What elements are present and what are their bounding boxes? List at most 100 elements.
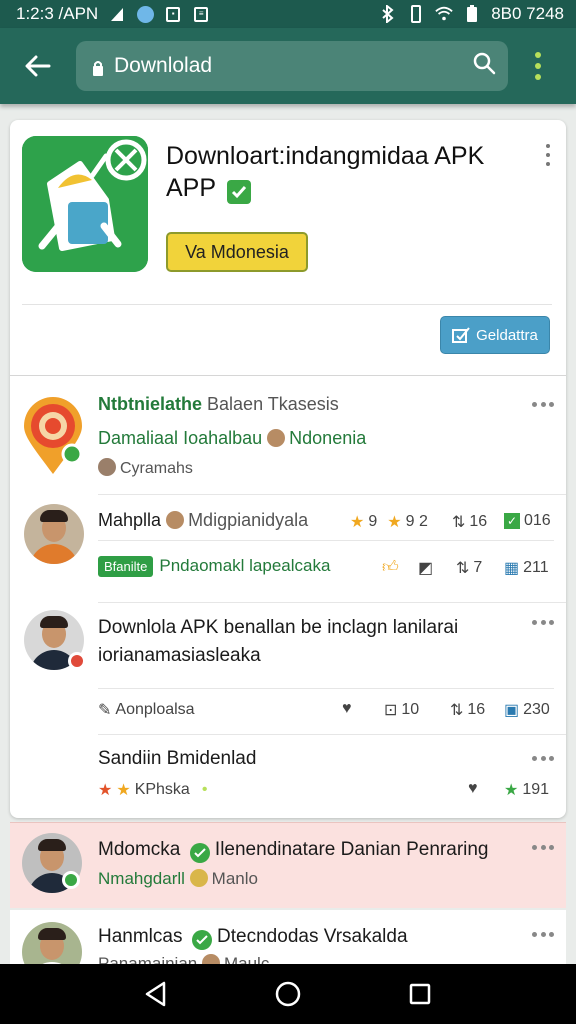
repost-stat[interactable]: ⇅ 16 <box>450 700 485 720</box>
star-icon: ★ <box>116 782 131 799</box>
list-item[interactable]: Downlola APK benallan be inclagn lanilar… <box>10 604 566 732</box>
heart-icon: ♥ <box>342 700 352 717</box>
nav-home-button[interactable] <box>268 974 308 1014</box>
check-icon: ✓ <box>504 513 520 529</box>
share-stat[interactable]: ◩ <box>418 558 433 578</box>
news-icon: ≡ <box>192 5 210 23</box>
comment-stat[interactable]: ⊡ 10 <box>384 700 419 720</box>
row-more-button[interactable] <box>532 932 554 938</box>
list-item[interactable]: Hanmlcas Dtecndodas Vrsakalda Panamainia… <box>10 910 566 964</box>
row-more-button[interactable] <box>532 402 554 408</box>
like-stat[interactable]: 👍︎ <box>382 558 399 577</box>
divider <box>98 734 566 735</box>
star-stat[interactable]: ★ 191 <box>504 780 549 800</box>
vibrate-icon <box>407 5 425 23</box>
row-title: Sandiin Bmidenlad <box>98 748 257 769</box>
verified-check-icon <box>191 930 212 950</box>
star-icon: ★ <box>350 514 365 531</box>
like-button[interactable]: ♥ <box>468 780 478 798</box>
app-more-options-button[interactable] <box>542 144 554 166</box>
row-more-button[interactable] <box>532 620 554 626</box>
status-left: 1:2:3 /APN ▪ ≡ <box>16 4 210 24</box>
status-right-text: 8B0 7248 <box>491 4 564 23</box>
row-subtitle: Nmahgdarll Manlo <box>98 869 258 888</box>
star-icon: ★ <box>98 782 113 799</box>
photo-icon: ▪ <box>164 5 182 23</box>
app-card: Downloart:indangmidaa APK APP Va Mdonesi… <box>10 120 566 818</box>
location-pin-icon <box>22 396 84 476</box>
divider <box>98 494 566 495</box>
heart-icon: ♥ <box>468 780 478 797</box>
save-stat[interactable]: ▣ 230 <box>504 700 550 720</box>
region-button[interactable]: Va Mdonesia <box>166 232 308 272</box>
repost-icon: ⇅ <box>456 560 470 577</box>
post-text: Downlola APK benallan be inclagn lanilar… <box>98 617 459 666</box>
check-stat[interactable]: ✓ 016 <box>504 512 551 530</box>
comment-icon: ⊡ <box>384 702 398 719</box>
avatar[interactable] <box>22 922 82 964</box>
back-button[interactable] <box>20 48 56 84</box>
download-button-label: Geldattra <box>476 326 538 344</box>
download-button[interactable]: Geldattra <box>440 316 550 354</box>
divider <box>98 602 566 603</box>
status-time: 1:2:3 /APN <box>16 4 99 23</box>
status-right: 8B0 7248 <box>379 4 564 24</box>
row-subtitle: Panamainian Maulc <box>98 954 269 964</box>
row-more-button[interactable] <box>532 845 554 851</box>
avatar[interactable] <box>24 504 84 564</box>
post-meta: ✎ Aonploalsa <box>98 701 195 719</box>
bluetooth-icon <box>379 5 397 23</box>
repost-stat[interactable]: ⇅ 7 <box>456 558 482 578</box>
list-item[interactable]: Sandiin Bmidenlad ★ ★ KPhska • ♥ ★ 191 <box>10 736 566 818</box>
divider <box>98 540 554 541</box>
app-header: Downloart:indangmidaa APK APP Va Mdonesi… <box>10 120 566 376</box>
avatar-mini-icon <box>189 869 208 887</box>
status-dot <box>62 871 80 889</box>
battery-icon <box>463 5 481 23</box>
avatar-mini-icon <box>267 429 286 447</box>
circle-home-icon <box>275 981 301 1007</box>
nav-recents-button[interactable] <box>400 974 440 1014</box>
divider <box>98 688 554 689</box>
avatar-mini-icon <box>98 458 116 476</box>
row-title: Hanmlcas Dtecndodas Vrsakalda <box>98 926 408 950</box>
row-more-button[interactable] <box>532 756 554 762</box>
repost-icon: ⇅ <box>450 702 464 719</box>
dot-icon: • <box>201 781 208 798</box>
row-title: Mahplla Mdigpianidyala <box>98 510 309 530</box>
row-title: Ntbtnielathe Balaen Tkasesis <box>98 394 339 414</box>
wifi-icon <box>435 5 453 23</box>
verified-check-icon <box>226 180 251 204</box>
lock-icon <box>92 58 104 76</box>
row-subtitle: Damaliaal Ioahalbau Ndonenia <box>98 428 367 448</box>
rating-stat: ★ ★ KPhska • <box>98 781 208 799</box>
list-item-highlighted[interactable]: Mdomcka Ilenendinatare Danian Penraring … <box>10 822 566 908</box>
row-tagline: Bfanilte Pndaomakl lapealcaka <box>98 556 330 577</box>
triangle-back-icon <box>145 981 166 1007</box>
url-bar[interactable]: Downlolad <box>76 41 508 91</box>
list-item[interactable]: Ntbtnielathe Balaen Tkasesis Damaliaal I… <box>10 382 566 492</box>
status-dot <box>68 652 86 670</box>
nav-back-button[interactable] <box>136 974 176 1014</box>
overflow-menu-button[interactable] <box>520 44 556 88</box>
row-title: Mdomcka Ilenendinatare Danian Penraring <box>98 839 489 863</box>
row-meta: Cyramahs <box>98 458 193 478</box>
status-bar: 1:2:3 /APN ▪ ≡ 8B0 7248 <box>0 0 576 28</box>
url-text[interactable]: Downlolad <box>114 54 472 78</box>
system-nav-bar <box>0 964 576 1024</box>
chart-icon: ▦ <box>504 560 520 577</box>
list-item[interactable]: Mahplla Mdigpianidyala ★ 9 ★ 9 2 ⇅ 16 ✓ 016 … <box>10 496 566 600</box>
search-icon[interactable] <box>472 51 496 81</box>
app-title: Downloart:indangmidaa APK APP <box>166 140 506 204</box>
star-icon: ★ <box>387 514 402 531</box>
repost-icon: ⇅ <box>452 514 466 531</box>
edit-box-icon <box>452 327 470 343</box>
star-icon: ★ <box>504 782 519 799</box>
share-icon: ◩ <box>418 560 434 577</box>
chart-stat[interactable]: ▦ 211 <box>504 558 549 578</box>
repost-stat[interactable]: ⇅ 16 <box>452 512 487 532</box>
save-icon: ▣ <box>504 702 520 719</box>
signal-icon <box>108 5 126 23</box>
notification-bubble-icon <box>136 5 154 23</box>
like-button[interactable]: ♥ <box>342 700 352 718</box>
